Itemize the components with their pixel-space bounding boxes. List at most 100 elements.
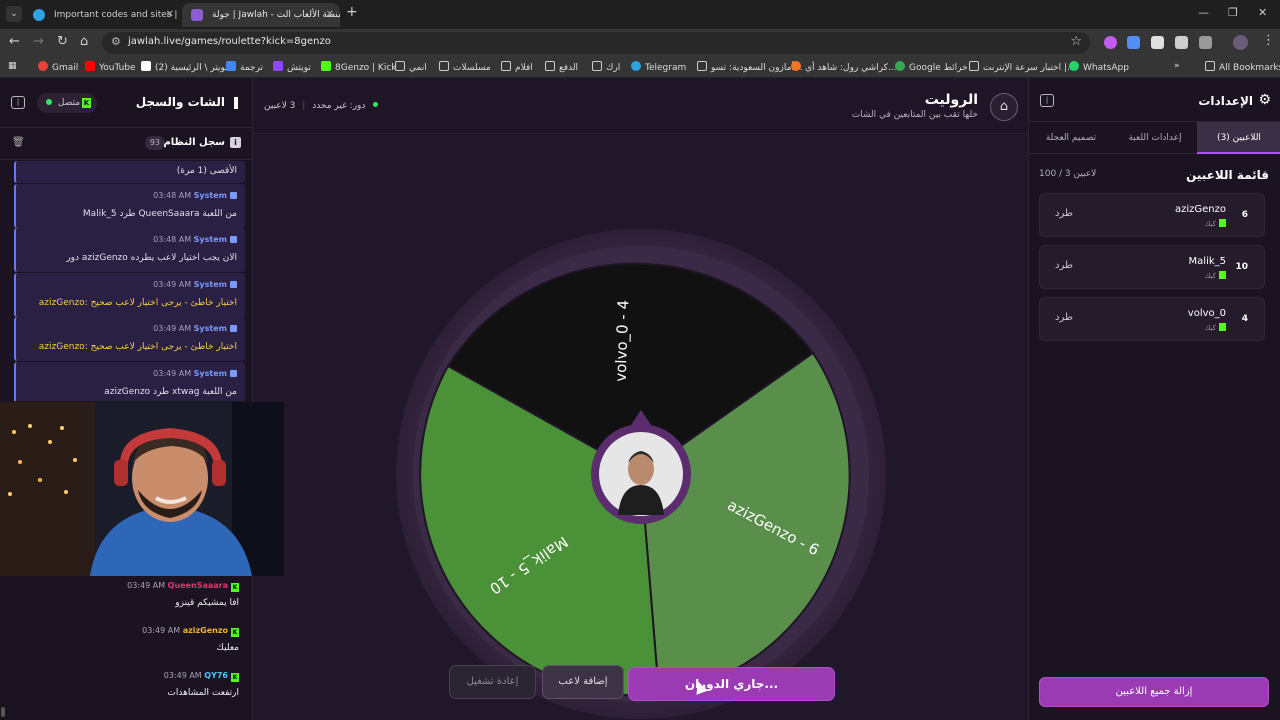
log-text: Malik_5 طرد QueenSaaara من اللعبة bbox=[82, 208, 237, 219]
collapse-panel-icon[interactable]: | bbox=[11, 96, 25, 109]
bookmark-label: مسلسلات bbox=[453, 63, 491, 73]
chat-header: | متصل K الشات والسجل ❚ bbox=[0, 78, 253, 128]
site-info-icon[interactable]: ⚙ bbox=[111, 35, 121, 48]
maximize-icon[interactable]: ❐ bbox=[1228, 6, 1238, 19]
message-user[interactable]: QueenSaaara bbox=[168, 581, 228, 590]
home-icon[interactable]: ⌂ bbox=[80, 34, 88, 49]
back-icon[interactable]: ← bbox=[9, 34, 20, 49]
kick-player-button[interactable]: طرد bbox=[1055, 208, 1073, 219]
apps-icon[interactable]: ▦ bbox=[8, 61, 17, 71]
kick-icon: K bbox=[231, 673, 239, 682]
home-button[interactable]: ⌂ bbox=[990, 93, 1018, 121]
chat-bubble-icon: ❚ bbox=[230, 95, 241, 109]
new-tab-button[interactable]: + bbox=[346, 4, 358, 20]
extension-icon[interactable] bbox=[1175, 36, 1188, 49]
kick-player-button[interactable]: طرد bbox=[1055, 260, 1073, 271]
bookmark-label: (2) تويتر \ الرئيسية bbox=[155, 63, 228, 73]
extension-icon[interactable] bbox=[1151, 36, 1164, 49]
divider: | bbox=[302, 101, 306, 111]
settings-title: الإعدادات bbox=[1198, 94, 1253, 108]
minimize-icon[interactable]: — bbox=[1198, 6, 1209, 19]
log-time: 03:49 AM bbox=[153, 368, 192, 378]
bookmark-crunchyroll[interactable]: كراشي رول: شاهد أي... bbox=[791, 61, 897, 73]
forward-icon[interactable]: → bbox=[33, 34, 44, 49]
spin-button[interactable]: جاري الدوران... bbox=[628, 667, 835, 701]
tab-wheel-design[interactable]: تصميم العجلة bbox=[1029, 122, 1113, 154]
bookmark-label: أمازون السعودية: تسو... bbox=[711, 63, 803, 73]
log-time: 03:48 AM bbox=[153, 190, 192, 200]
message-user[interactable]: QY76 bbox=[204, 671, 228, 680]
bookmark-maps[interactable]: Google خرائط bbox=[895, 61, 968, 73]
message-user[interactable]: azizGenzo bbox=[183, 626, 228, 635]
player-name: Malik_5 bbox=[1188, 256, 1226, 267]
whatsapp-icon bbox=[1069, 61, 1079, 71]
bookmark-label: ارك bbox=[606, 63, 621, 73]
collapse-panel-icon[interactable]: | bbox=[1040, 94, 1054, 107]
kick-player-button[interactable]: طرد bbox=[1055, 312, 1073, 323]
source-label: كيك bbox=[1204, 272, 1216, 280]
bookmark-telegram[interactable]: Telegram bbox=[631, 61, 686, 73]
system-log-header: 🗑 93 سجل النظام i bbox=[0, 128, 253, 160]
bookmark-whatsapp[interactable]: WhatsApp bbox=[1069, 61, 1129, 73]
log-text: دور azizGenzo الان يجب اختيار لاعب يطرده bbox=[66, 253, 237, 263]
bookmark-speedtest[interactable]: اختبار سرعة الإنترنت |... bbox=[969, 61, 1076, 73]
log-meta: 03:48 AM System bbox=[153, 235, 237, 244]
folder-icon bbox=[545, 61, 555, 71]
bookmark-folder[interactable]: ارك bbox=[592, 61, 620, 73]
bookmark-kick[interactable]: 8Genzo | Kick bbox=[321, 61, 397, 73]
bookmarks-overflow-icon[interactable]: » bbox=[1174, 61, 1180, 71]
restart-button[interactable]: إعادة تشغيل bbox=[449, 665, 536, 699]
extension-icon[interactable] bbox=[1104, 36, 1117, 49]
bookmark-gmail[interactable]: Gmail bbox=[38, 61, 78, 73]
bookmark-twitch[interactable]: تويتش bbox=[273, 61, 311, 73]
bookmarks-bar: ▦ Gmail YouTube (2) تويتر \ الرئيسية ترج… bbox=[0, 56, 1280, 78]
chat-title: الشات والسجل bbox=[135, 95, 225, 109]
webcam-overlay bbox=[0, 402, 284, 576]
message-text: معليك bbox=[216, 643, 239, 653]
bookmark-folder[interactable]: مسلسلات bbox=[439, 61, 491, 73]
wheel-stage: volvo_0 - 4 azizGenzo - 6 Malik_5 - 10 bbox=[253, 135, 1028, 720]
chat-panel: | متصل K الشات والسجل ❚ 🗑 93 سجل النظام … bbox=[0, 78, 253, 720]
reload-icon[interactable]: ↻ bbox=[57, 34, 68, 49]
player-source: كيك bbox=[1205, 271, 1226, 280]
folder-icon bbox=[592, 61, 602, 71]
bookmark-youtube[interactable]: YouTube bbox=[85, 61, 136, 73]
log-time: 03:49 AM bbox=[153, 279, 192, 289]
browser-tab-active[interactable]: جولة | Jawlah - منصة الألعاب الت... ✕ bbox=[182, 3, 340, 27]
bookmark-folder[interactable]: الدفع bbox=[545, 61, 578, 73]
bookmark-star-icon[interactable]: ☆ bbox=[1070, 34, 1082, 49]
globe-icon bbox=[969, 61, 979, 71]
extension-icon[interactable] bbox=[1127, 36, 1140, 49]
close-icon[interactable]: ✕ bbox=[326, 3, 334, 27]
bookmark-label: 8Genzo | Kick bbox=[335, 63, 397, 73]
roulette-wheel: volvo_0 - 4 azizGenzo - 6 Malik_5 - 10 bbox=[396, 229, 886, 719]
close-window-icon[interactable]: ✕ bbox=[1258, 6, 1267, 19]
menu-icon[interactable]: ⋮ bbox=[1262, 33, 1275, 48]
bookmark-folder[interactable]: افلام bbox=[501, 61, 533, 73]
bookmark-folder[interactable]: انمي bbox=[395, 61, 427, 73]
info-icon: i bbox=[230, 137, 241, 148]
add-player-button[interactable]: إضافة لاعب bbox=[542, 665, 624, 699]
bookmark-twitter[interactable]: (2) تويتر \ الرئيسية bbox=[141, 61, 228, 73]
all-bookmarks[interactable]: All Bookmarks bbox=[1205, 61, 1280, 73]
bookmark-label: WhatsApp bbox=[1083, 63, 1129, 73]
bookmark-label: YouTube bbox=[99, 63, 136, 73]
scrollbar[interactable] bbox=[1, 707, 5, 717]
bookmark-amazon[interactable]: أمازون السعودية: تسو... bbox=[697, 61, 803, 73]
players-count: 3 لاعبين bbox=[264, 101, 296, 111]
trash-icon[interactable]: 🗑 bbox=[12, 137, 25, 148]
remove-all-players-button[interactable]: إزالة جميع اللاعبين bbox=[1039, 677, 1269, 707]
x-icon bbox=[141, 61, 151, 71]
tab-game-settings[interactable]: إعدادات اللعبة bbox=[1113, 122, 1197, 154]
system-icon bbox=[230, 369, 237, 377]
online-dot-icon bbox=[46, 99, 52, 105]
message-meta: 03:49 AM azizGenzo K bbox=[142, 626, 239, 637]
url-input[interactable]: ⚙ jawlah.live/games/roulette?kick=8genzo… bbox=[102, 32, 1090, 54]
bookmark-translate[interactable]: ترجمة bbox=[226, 61, 263, 73]
tab-search-button[interactable]: ⌄ bbox=[6, 6, 22, 22]
close-icon[interactable]: ✕ bbox=[166, 3, 174, 27]
profile-avatar[interactable] bbox=[1233, 35, 1248, 50]
browser-tab[interactable]: Important codes and sites | ... ✕ bbox=[24, 3, 180, 27]
extensions-puzzle-icon[interactable] bbox=[1199, 36, 1212, 49]
tab-players[interactable]: اللاعبين (3) bbox=[1197, 122, 1280, 154]
